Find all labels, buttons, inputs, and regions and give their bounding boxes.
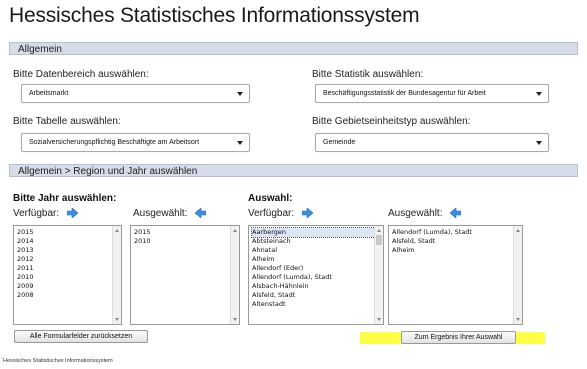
list-item[interactable]: Ahnatal xyxy=(252,246,381,255)
section-header-general: Allgemein xyxy=(9,42,578,55)
scroll-down-icon[interactable] xyxy=(377,318,381,321)
chevron-down-icon xyxy=(237,141,243,145)
page-title: Hessisches Statistisches Informationssys… xyxy=(9,4,420,27)
submit-button[interactable]: Zum Ergebnis Ihrer Auswahl xyxy=(401,331,516,344)
scroll-up-icon[interactable] xyxy=(377,229,381,232)
region-available-list[interactable]: Aarbergen Abtsteinach Ahnatal Alheim All… xyxy=(248,225,384,325)
year-available-label: Verfügbar: xyxy=(13,207,79,221)
datenbereich-value: Arbeitsmarkt xyxy=(29,90,69,97)
list-item[interactable]: Allendorf (Lumda), Stadt xyxy=(252,273,381,282)
scroll-down-icon[interactable] xyxy=(516,318,520,321)
scrollbar[interactable] xyxy=(230,226,239,324)
list-item[interactable]: 2010 xyxy=(17,273,119,282)
scroll-up-icon[interactable] xyxy=(233,229,237,232)
arrow-left-icon[interactable] xyxy=(450,207,462,221)
list-item[interactable]: Alsfeld, Stadt xyxy=(252,291,381,300)
tabelle-value: Sozialversicherungspflichtig Beschäftigt… xyxy=(29,139,200,146)
list-item[interactable]: Allendorf (Lumda), Stadt xyxy=(392,228,520,237)
year-selected-list[interactable]: 2015 2010 xyxy=(130,225,240,325)
list-item[interactable]: 2008 xyxy=(17,291,119,300)
gebietseinheit-value: Gemeinde xyxy=(323,139,356,146)
list-item[interactable]: Allendorf (Eder) xyxy=(252,264,381,273)
scrollbar[interactable] xyxy=(513,226,522,324)
section-header-region-year: Allgemein > Region und Jahr auswählen xyxy=(9,164,578,177)
region-heading: Auswahl: xyxy=(248,193,293,204)
reset-button[interactable]: Alle Formularfelder zurücksetzen xyxy=(14,330,148,343)
datenbereich-label: Bitte Datenbereich auswählen: xyxy=(13,69,149,80)
arrow-left-icon[interactable] xyxy=(195,207,207,221)
scroll-down-icon[interactable] xyxy=(233,318,237,321)
scrollbar[interactable] xyxy=(112,226,121,324)
list-item[interactable]: 2015 xyxy=(17,228,119,237)
region-selected-label: Ausgewählt: xyxy=(388,207,462,221)
list-item[interactable]: 2011 xyxy=(17,264,119,273)
list-item[interactable]: 2010 xyxy=(134,237,237,246)
list-item[interactable]: 2009 xyxy=(17,282,119,291)
tabelle-label: Bitte Tabelle auswählen: xyxy=(13,116,121,127)
list-item[interactable]: Alsbach-Hähnlein xyxy=(252,282,381,291)
statistik-select[interactable]: Beschäftigungsstatistik der Bundesagentu… xyxy=(315,84,549,103)
scrollbar-thumb[interactable] xyxy=(376,235,382,245)
statistik-label: Bitte Statistik auswählen: xyxy=(312,69,424,80)
list-item[interactable]: 2015 xyxy=(134,228,237,237)
statistik-value: Beschäftigungsstatistik der Bundesagentu… xyxy=(323,90,486,97)
chevron-down-icon xyxy=(237,92,243,96)
list-item[interactable]: Alsfeld, Stadt xyxy=(392,237,520,246)
gebietseinheit-select[interactable]: Gemeinde xyxy=(315,133,549,152)
list-item[interactable]: Aarbergen xyxy=(251,227,382,238)
chevron-down-icon xyxy=(536,92,542,96)
list-item[interactable]: Alheim xyxy=(252,255,381,264)
year-selected-label: Ausgewählt: xyxy=(133,207,207,221)
year-available-list[interactable]: 2015 2014 2013 2012 2011 2010 2009 2008 xyxy=(13,225,122,325)
arrow-right-icon[interactable] xyxy=(66,207,79,221)
arrow-right-icon[interactable] xyxy=(301,207,314,221)
datenbereich-select[interactable]: Arbeitsmarkt xyxy=(21,84,250,103)
scroll-up-icon[interactable] xyxy=(115,229,119,232)
region-available-label: Verfügbar: xyxy=(248,207,314,221)
tabelle-select[interactable]: Sozialversicherungspflichtig Beschäftigt… xyxy=(21,133,250,152)
gebietseinheit-label: Bitte Gebietseinheitstyp auswählen: xyxy=(312,116,471,127)
list-item[interactable]: 2012 xyxy=(17,255,119,264)
scroll-down-icon[interactable] xyxy=(115,318,119,321)
scrollbar[interactable] xyxy=(374,226,383,324)
list-item[interactable]: Alheim xyxy=(392,246,520,255)
scroll-up-icon[interactable] xyxy=(516,229,520,232)
list-item[interactable]: Altenstadt xyxy=(252,300,381,309)
list-item[interactable]: 2013 xyxy=(17,246,119,255)
year-heading: Bitte Jahr auswählen: xyxy=(13,193,117,204)
footer-text: Hessisches Statistisches Informationssys… xyxy=(3,358,113,364)
chevron-down-icon xyxy=(536,141,542,145)
list-item[interactable]: Abtsteinach xyxy=(252,237,381,246)
region-selected-list[interactable]: Allendorf (Lumda), Stadt Alsfeld, Stadt … xyxy=(388,225,523,325)
list-item[interactable]: 2014 xyxy=(17,237,119,246)
